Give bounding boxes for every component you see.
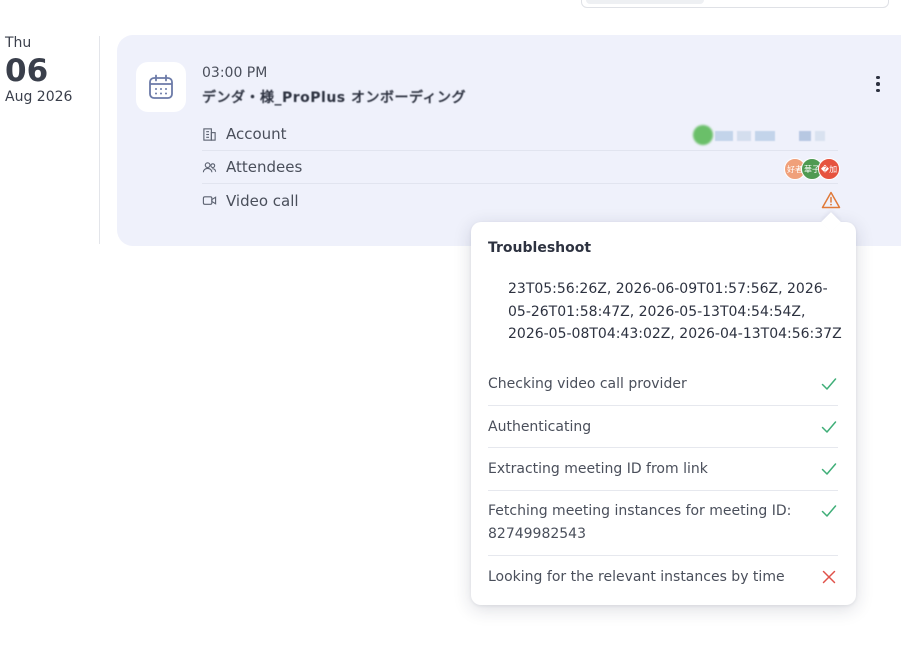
step-label: Authenticating	[488, 419, 592, 435]
video-camera-icon	[201, 193, 217, 209]
search-bar[interactable]	[581, 0, 889, 8]
timeline-divider	[99, 36, 100, 244]
step-label: Extracting meeting ID from link	[488, 461, 708, 477]
building-icon	[201, 126, 217, 142]
troubleshoot-title: Troubleshoot	[488, 240, 592, 256]
date-column: Thu 06 Aug 2026	[5, 34, 95, 106]
attendees-label: Attendees	[226, 158, 303, 176]
calendar-icon	[136, 62, 186, 112]
check-icon	[820, 460, 838, 478]
divider	[488, 447, 838, 448]
event-title[interactable]: デンダ・様_ProPlus オンボーディング	[202, 87, 466, 107]
avatar[interactable]: �加	[818, 158, 840, 180]
step-item: Extracting meeting ID from link	[488, 458, 838, 481]
more-options-icon[interactable]	[870, 73, 886, 95]
divider	[488, 490, 838, 491]
step-label: Checking video call provider	[488, 376, 687, 392]
divider	[488, 555, 838, 556]
date-month-year: Aug 2026	[5, 89, 73, 105]
video-call-label: Video call	[226, 191, 299, 210]
step-item: Authenticating	[488, 416, 838, 439]
date-day-number: 06	[5, 53, 49, 89]
attendees-row: Attendees	[202, 151, 838, 184]
check-icon	[820, 375, 838, 393]
divider	[488, 405, 838, 406]
warning-icon[interactable]	[821, 191, 841, 209]
step-item: Checking video call provider	[488, 373, 838, 396]
video-call-row: Video call	[202, 184, 838, 217]
step-label: Looking for the relevant instances by ti…	[488, 569, 785, 585]
search-segment[interactable]	[586, 0, 704, 4]
x-mark-icon	[820, 568, 838, 586]
account-label: Account	[226, 125, 287, 143]
check-icon	[820, 502, 838, 520]
event-time: 03:00 PM	[202, 65, 268, 81]
date-day-of-week: Thu	[5, 35, 32, 51]
event-card[interactable]: 03:00 PM デンダ・様_ProPlus オンボーディング Account …	[117, 35, 901, 246]
step-item: Fetching meeting instances for meeting I…	[488, 500, 838, 546]
step-label: Fetching meeting instances for meeting I…	[488, 503, 792, 542]
step-item: Looking for the relevant instances by ti…	[488, 566, 838, 589]
troubleshoot-popover: Troubleshoot 23T05:56:26Z, 2026-06-09T01…	[471, 212, 856, 605]
users-icon	[201, 159, 217, 175]
check-icon	[820, 418, 838, 436]
account-value[interactable]	[693, 125, 829, 145]
instance-timestamps: 23T05:56:26Z, 2026-06-09T01:57:56Z, 2026…	[508, 281, 842, 342]
